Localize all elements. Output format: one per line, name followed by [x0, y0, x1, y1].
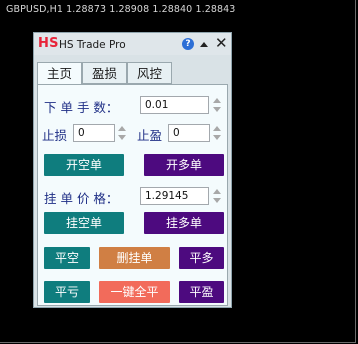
tab-home[interactable]: 主页 — [37, 62, 82, 85]
stepper-up-icon[interactable] — [118, 126, 126, 131]
stepper-up-icon[interactable] — [213, 189, 221, 194]
hs-trade-panel: HS HS Trade Pro ? ✕ 主页 盈损 风控 下 单 手 数： 0.… — [33, 32, 232, 308]
tab-profit-loss[interactable]: 盈损 — [82, 62, 127, 84]
close-short-button[interactable]: 平空 — [44, 247, 90, 269]
close-profit-button[interactable]: 平盈 — [179, 281, 224, 303]
close-loss-button[interactable]: 平亏 — [44, 281, 90, 303]
open-short-button[interactable]: 开空单 — [44, 154, 124, 176]
collapse-icon[interactable] — [200, 42, 208, 47]
tab-bar: 主页 盈损 风控 — [37, 62, 231, 85]
tab-content-home: 下 单 手 数： 0.01 止损 0 止盈 0 开空单 开多单 挂 单 价 格：… — [37, 84, 228, 306]
lot-size-stepper[interactable] — [212, 96, 222, 114]
tab-risk-control[interactable]: 风控 — [127, 62, 172, 84]
stepper-down-icon[interactable] — [213, 198, 221, 203]
close-all-button[interactable]: 一键全平 — [99, 281, 170, 303]
pending-long-button[interactable]: 挂多单 — [144, 212, 224, 234]
help-icon[interactable]: ? — [182, 38, 194, 50]
pending-price-stepper[interactable] — [212, 187, 222, 205]
takeprofit-input[interactable]: 0 — [168, 124, 210, 142]
lot-size-label: 下 单 手 数： — [44, 100, 119, 115]
open-long-button[interactable]: 开多单 — [144, 154, 224, 176]
panel-titlebar[interactable]: HS HS Trade Pro ? ✕ — [34, 33, 231, 55]
stoploss-label: 止损 — [42, 128, 68, 143]
takeprofit-label: 止盈 — [137, 128, 163, 143]
stepper-up-icon[interactable] — [213, 98, 221, 103]
stepper-up-icon[interactable] — [213, 126, 221, 131]
stepper-down-icon[interactable] — [118, 135, 126, 140]
pending-price-label: 挂 单 价 格： — [44, 191, 119, 206]
close-long-button[interactable]: 平多 — [179, 247, 224, 269]
lot-size-input[interactable]: 0.01 — [140, 96, 209, 114]
stoploss-stepper[interactable] — [117, 124, 127, 142]
close-icon[interactable]: ✕ — [215, 35, 228, 51]
pending-price-input[interactable]: 1.29145 — [140, 187, 209, 205]
delete-pending-button[interactable]: 删挂单 — [99, 247, 170, 269]
takeprofit-stepper[interactable] — [212, 124, 222, 142]
pending-short-button[interactable]: 挂空单 — [44, 212, 124, 234]
panel-title: HS Trade Pro — [59, 39, 126, 51]
stoploss-input[interactable]: 0 — [73, 124, 115, 142]
stepper-down-icon[interactable] — [213, 107, 221, 112]
chart-quote-line: GBPUSD,H1 1.28873 1.28908 1.28840 1.2884… — [6, 4, 236, 15]
hs-logo: HS — [38, 36, 59, 51]
stepper-down-icon[interactable] — [213, 135, 221, 140]
